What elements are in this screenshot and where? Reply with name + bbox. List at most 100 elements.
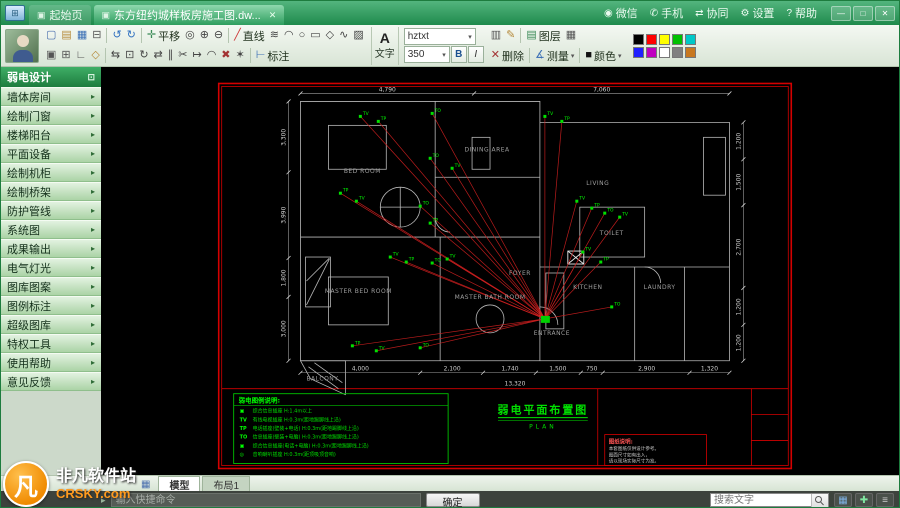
sidebar-header[interactable]: 弱电设计 ⊡ xyxy=(1,67,101,87)
delete-tool[interactable]: ✕ 删除 xyxy=(489,47,526,65)
rectangle-button[interactable]: ▭ xyxy=(308,27,322,45)
explode-button[interactable]: ✶ xyxy=(234,47,247,65)
ortho-button[interactable]: ∟ xyxy=(74,47,89,65)
bold-button[interactable]: B xyxy=(450,46,467,63)
layer-state-button[interactable]: ▦ xyxy=(564,27,578,45)
grid-button[interactable]: ⊞ xyxy=(59,47,72,65)
color-swatch[interactable] xyxy=(645,46,657,58)
color-swatch[interactable] xyxy=(645,33,657,45)
confirm-button[interactable]: 确定 xyxy=(425,493,480,507)
erase-button[interactable]: ✖ xyxy=(219,47,232,65)
sidebar-item[interactable]: 成果输出 ▸ xyxy=(1,239,101,258)
copy-button[interactable]: ⊡ xyxy=(123,47,136,65)
fillet-button[interactable]: ◠ xyxy=(205,47,219,65)
font-size-select[interactable]: 350 ▾ xyxy=(403,46,450,63)
color-swatch[interactable] xyxy=(632,46,644,58)
sidebar-item[interactable]: 防护管线 ▸ xyxy=(1,201,101,220)
font-size-value: 350 xyxy=(407,49,425,60)
search-input[interactable] xyxy=(711,494,811,506)
close-button[interactable]: ✕ xyxy=(875,5,895,21)
snap-button[interactable]: ▣ xyxy=(44,47,58,65)
sidebar-item[interactable]: 使用帮助 ▸ xyxy=(1,353,101,372)
spline-button[interactable]: ∿ xyxy=(337,27,350,45)
save-button[interactable]: ▦ xyxy=(75,27,89,45)
redo-button[interactable]: ↻ xyxy=(125,27,138,45)
sidebar-item[interactable]: 绘制桥架 ▸ xyxy=(1,182,101,201)
layout-grid-icon[interactable]: ▦ xyxy=(141,479,150,490)
command-input[interactable] xyxy=(110,493,421,507)
maximize-button[interactable]: □ xyxy=(853,5,873,21)
mirror-button[interactable]: ⇄ xyxy=(152,47,165,65)
color-swatch[interactable] xyxy=(671,33,683,45)
svg-text:TP: TP xyxy=(342,188,349,194)
color-tool[interactable]: ■ 颜色 ▾ xyxy=(583,47,623,65)
sidebar-item[interactable]: 平面设备 ▸ xyxy=(1,144,101,163)
paste-button[interactable]: ▥ xyxy=(489,27,503,45)
sidebar-item[interactable]: 意见反馈 ▸ xyxy=(1,372,101,391)
doc-tab[interactable]: ▣ 起始页 xyxy=(29,5,91,25)
open-button[interactable]: ▤ xyxy=(59,27,73,45)
menu-button[interactable]: ≡ xyxy=(876,493,894,507)
sidebar-item[interactable]: 图例标注 ▸ xyxy=(1,296,101,315)
minimize-button[interactable]: — xyxy=(831,5,851,21)
sidebar-item[interactable]: 电气灯光 ▸ xyxy=(1,258,101,277)
color-swatch[interactable] xyxy=(671,46,683,58)
sidebar-item[interactable]: 超级图库 ▸ xyxy=(1,315,101,334)
circle-button[interactable]: ○ xyxy=(297,27,308,45)
doc-tab[interactable]: ▣ 东方纽约城样板房施工图.dw... ✕ xyxy=(93,5,285,25)
pan-tool[interactable]: ✛ 平移 xyxy=(145,27,182,45)
color-swatch[interactable] xyxy=(684,46,696,58)
titlebar-action-手机[interactable]: ✆ 手机 xyxy=(650,5,683,21)
osnap-button[interactable]: ◇ xyxy=(89,47,101,65)
text-tool[interactable]: A 文字 xyxy=(370,26,399,65)
titlebar-action-微信[interactable]: ◉ 微信 xyxy=(604,5,638,21)
polygon-button[interactable]: ◇ xyxy=(324,27,336,45)
sidebar-item[interactable]: 绘制机柜 ▸ xyxy=(1,163,101,182)
zoom-window-icon: ◎ xyxy=(185,29,195,41)
measure-tool[interactable]: ∡ 测量 ▾ xyxy=(533,47,576,65)
print-button[interactable]: ⊟ xyxy=(90,27,103,45)
add-view-button[interactable]: ✚ xyxy=(855,493,873,507)
search-button[interactable] xyxy=(811,493,828,507)
sidebar-item[interactable]: 绘制门窗 ▸ xyxy=(1,106,101,125)
font-select[interactable]: hztxt ▾ xyxy=(403,28,476,45)
color-swatch[interactable] xyxy=(658,46,670,58)
sidebar-item[interactable]: 墙体房间 ▸ xyxy=(1,87,101,106)
user-avatar[interactable] xyxy=(5,28,39,63)
app-logo-icon[interactable]: ⊞ xyxy=(5,5,25,21)
sidebar-item[interactable]: 楼梯阳台 ▸ xyxy=(1,125,101,144)
italic-button[interactable]: I xyxy=(467,46,484,63)
titlebar-action-帮助[interactable]: ? 帮助 xyxy=(786,5,817,21)
line-tool[interactable]: ╱ 直线 xyxy=(232,27,267,45)
trim-button[interactable]: ✂ xyxy=(176,47,189,65)
color-swatch[interactable] xyxy=(684,33,696,45)
new-button[interactable]: ▢ xyxy=(44,27,58,45)
dim-tool[interactable]: ⊢ 标注 xyxy=(254,47,292,65)
titlebar-action-设置[interactable]: ⚙ 设置 xyxy=(740,5,774,21)
move-button[interactable]: ⇆ xyxy=(109,47,122,65)
titlebar-action-协同[interactable]: ⇄ 协同 xyxy=(695,5,728,21)
extend-button[interactable]: ↦ xyxy=(190,47,203,65)
hatch-button[interactable]: ▨ xyxy=(351,27,365,45)
format-brush-button[interactable]: ✎ xyxy=(504,27,517,45)
color-swatch[interactable] xyxy=(658,33,670,45)
sidebar-item[interactable]: 系统图 ▸ xyxy=(1,220,101,239)
copy-icon: ⊡ xyxy=(125,49,135,61)
polyline-button[interactable]: ≋ xyxy=(268,27,281,45)
layout-tab-模型[interactable]: 模型 xyxy=(158,476,201,492)
sidebar-item[interactable]: 特权工具 ▸ xyxy=(1,334,101,353)
window-toggle-button[interactable]: ▦ xyxy=(834,493,852,507)
tab-close-icon[interactable]: ✕ xyxy=(269,10,277,21)
drawing-canvas[interactable]: TV TP TO TV TP TO TV TP TV TO TP TV TP TO TV TP TO TV TP TV… xyxy=(101,67,899,475)
color-swatch[interactable] xyxy=(632,33,644,45)
zoom-in-button[interactable]: ⊕ xyxy=(198,27,211,45)
zoom-out-button[interactable]: ⊖ xyxy=(212,27,225,45)
layout-tab-布局1[interactable]: 布局1 xyxy=(202,476,251,492)
rotate-button[interactable]: ↻ xyxy=(137,47,150,65)
offset-button[interactable]: ∥ xyxy=(166,47,176,65)
undo-button[interactable]: ↺ xyxy=(110,27,123,45)
zoom-window-button[interactable]: ◎ xyxy=(183,27,197,45)
layer-tool[interactable]: ▤ 图层 xyxy=(524,27,562,45)
sidebar-item[interactable]: 图库图案 ▸ xyxy=(1,277,101,296)
arc-button[interactable]: ◠ xyxy=(282,27,296,45)
